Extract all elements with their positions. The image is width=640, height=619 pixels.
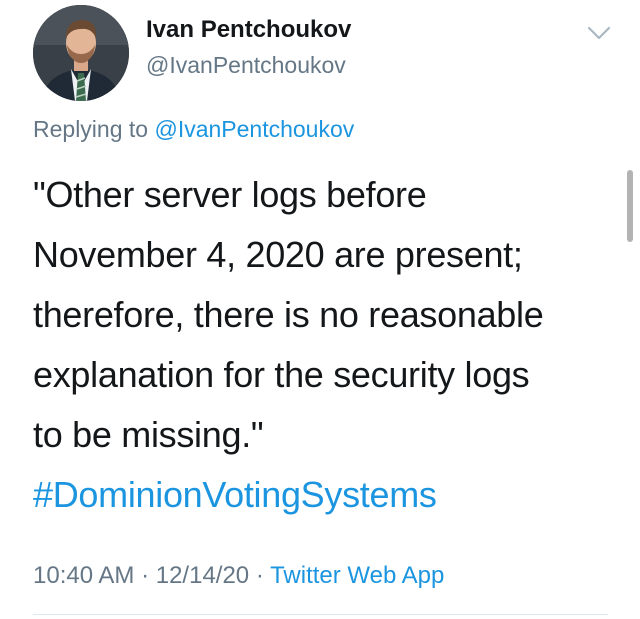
author-handle[interactable]: @IvanPentchoukov bbox=[146, 52, 346, 79]
tweet-source-link[interactable]: Twitter Web App bbox=[270, 562, 444, 589]
tweet-card: Ivan Pentchoukov @IvanPentchoukov Replyi… bbox=[0, 0, 640, 619]
tweet-text: "Other server logs before November 4, 20… bbox=[33, 165, 613, 525]
avatar[interactable] bbox=[33, 5, 129, 101]
author-display-name[interactable]: Ivan Pentchoukov bbox=[146, 16, 351, 44]
tweet-time[interactable]: 10:40 AM bbox=[33, 562, 134, 589]
tweet-text-line: November 4, 2020 are present; bbox=[33, 234, 523, 275]
divider bbox=[33, 614, 608, 615]
tweet-meta: 10:40 AM · 12/14/20 · Twitter Web App bbox=[33, 562, 444, 590]
replying-to: Replying to @IvanPentchoukov bbox=[33, 116, 354, 143]
profile-photo-icon bbox=[33, 5, 129, 101]
tweet-date[interactable]: 12/14/20 bbox=[156, 562, 249, 589]
chevron-down-icon[interactable] bbox=[586, 24, 612, 42]
tweet-text-line: explanation for the security logs bbox=[33, 354, 530, 395]
scrollbar[interactable] bbox=[627, 170, 633, 242]
hashtag-link[interactable]: #DominionVotingSystems bbox=[33, 465, 613, 525]
tweet-text-line: therefore, there is no reasonable bbox=[33, 294, 544, 335]
replying-to-label: Replying to bbox=[33, 116, 155, 142]
tweet-text-line: "Other server logs before bbox=[33, 174, 427, 215]
tweet-text-line: to be missing." bbox=[33, 414, 264, 455]
reply-mention-link[interactable]: @IvanPentchoukov bbox=[154, 116, 354, 142]
meta-separator: · bbox=[134, 562, 156, 589]
meta-separator: · bbox=[249, 562, 271, 589]
